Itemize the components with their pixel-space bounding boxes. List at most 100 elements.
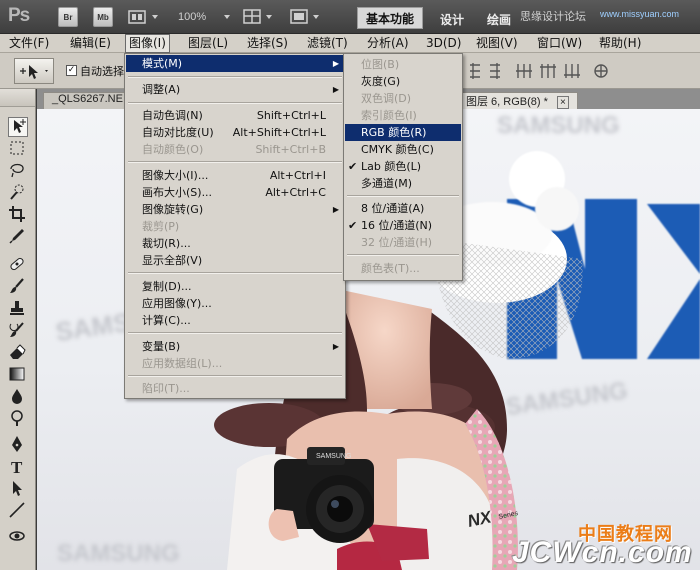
menu-item-canvas-size[interactable]: 画布大小(S)... Alt+Ctrl+C xyxy=(126,184,344,201)
workspace-essentials-button[interactable]: 基本功能 xyxy=(357,7,423,29)
3d-rotate-icon xyxy=(9,531,25,541)
tools-panel-header[interactable] xyxy=(0,89,35,107)
menu-item-auto-contrast-label: 自动对比度(U) xyxy=(142,126,214,139)
menu-item-variables-label: 变量(B) xyxy=(142,340,181,353)
tool-preset-picker[interactable] xyxy=(14,58,54,84)
marquee-icon xyxy=(10,141,24,155)
menu-item-trim[interactable]: 裁切(R)... xyxy=(126,235,344,252)
menu-separator xyxy=(128,272,342,274)
document-tab-1[interactable]: _QLS6267.NE xyxy=(43,92,132,109)
menu-separator xyxy=(128,102,342,104)
eraser-tool[interactable] xyxy=(8,343,28,363)
stamp-icon xyxy=(10,301,24,315)
eraser-icon xyxy=(10,344,26,359)
marquee-tool[interactable] xyxy=(8,139,28,159)
document-tab-2[interactable]: 图层 6, RGB(8) * × xyxy=(457,92,578,109)
menu-item-adjustments-label: 调整(A) xyxy=(142,83,181,96)
clone-stamp-tool[interactable] xyxy=(8,299,28,319)
application-bar: Ps Br Mb 100% 基本功能 设计 绘画 思缘设计论坛 www.miss… xyxy=(0,0,700,34)
menu-item-auto-tone[interactable]: 自动色调(N) Shift+Ctrl+L xyxy=(126,107,344,124)
mode-16-bit[interactable]: ✔ 16 位/通道(N) xyxy=(345,217,461,234)
path-selection-tool[interactable] xyxy=(8,479,28,499)
mode-cmyk-color[interactable]: CMYK 颜色(C) xyxy=(345,141,461,158)
menu-item-adjustments[interactable]: 调整(A) ▶ xyxy=(126,81,344,98)
type-tool[interactable]: T xyxy=(8,457,28,477)
extras-film-icon[interactable] xyxy=(128,8,148,26)
pen-icon xyxy=(12,436,22,452)
menu-view[interactable]: 视图(V) xyxy=(473,34,521,53)
camera-brand-text: SAMSUNG xyxy=(316,453,351,460)
bridge-button[interactable]: Br xyxy=(58,7,78,27)
menu-item-image-size[interactable]: 图像大小(I)... Alt+Ctrl+I xyxy=(126,167,344,184)
mode-grayscale-label: 灰度(G) xyxy=(361,75,401,88)
mode-rgb-color[interactable]: RGB 颜色(R) xyxy=(345,124,461,141)
drop-icon xyxy=(12,389,22,404)
menu-item-auto-tone-label: 自动色调(N) xyxy=(142,109,203,122)
menu-item-trim-label: 裁切(R)... xyxy=(142,237,191,250)
mode-grayscale[interactable]: 灰度(G) xyxy=(345,73,461,90)
screen-mode-caret-icon[interactable] xyxy=(313,15,319,19)
bg-brand-text-4: SAMSUNG xyxy=(57,540,180,567)
workspace-design-button[interactable]: 设计 xyxy=(440,11,464,28)
gradient-tool[interactable] xyxy=(8,365,28,385)
mode-duotone-label: 双色调(D) xyxy=(361,92,412,105)
zoom-level[interactable]: 100% xyxy=(178,11,206,23)
menu-layer[interactable]: 图层(L) xyxy=(185,34,231,53)
history-brush-tool[interactable] xyxy=(8,321,28,341)
extras-caret-icon[interactable] xyxy=(152,15,158,19)
zoom-caret-icon[interactable] xyxy=(224,15,230,19)
menu-select[interactable]: 选择(S) xyxy=(244,34,291,53)
menu-image[interactable]: 图像(I) xyxy=(125,34,170,53)
quick-selection-tool[interactable] xyxy=(8,183,28,203)
menu-file[interactable]: 文件(F) xyxy=(6,34,52,53)
pen-tool[interactable] xyxy=(8,435,28,455)
menu-item-image-rotation[interactable]: 图像旋转(G) ▶ xyxy=(126,201,344,218)
menu-item-mode[interactable]: 模式(M) ▶ xyxy=(126,55,344,72)
menu-help[interactable]: 帮助(H) xyxy=(596,34,644,53)
photoshop-logo: Ps xyxy=(8,5,30,26)
move-tool[interactable] xyxy=(8,117,28,137)
mode-lab-color[interactable]: ✔ Lab 颜色(L) xyxy=(345,158,461,175)
mode-multichannel[interactable]: 多通道(M) xyxy=(345,175,461,192)
healing-brush-tool[interactable] xyxy=(8,255,28,275)
3d-rotate-tool[interactable] xyxy=(8,527,28,547)
bg-brand-text-1: SAMSUNG xyxy=(497,112,620,139)
screen-mode-icon[interactable] xyxy=(290,8,310,26)
menu-window[interactable]: 窗口(W) xyxy=(534,34,585,53)
menu-item-trap: 陷印(T)... xyxy=(126,380,344,397)
line-tool[interactable] xyxy=(8,501,28,521)
close-tab-icon[interactable]: × xyxy=(556,96,569,109)
crop-tool[interactable] xyxy=(8,205,28,225)
brush-tool[interactable] xyxy=(8,277,28,297)
minibridge-button[interactable]: Mb xyxy=(93,7,113,27)
lasso-tool[interactable] xyxy=(8,161,28,181)
auto-select-checkbox[interactable]: ✓ xyxy=(66,65,77,76)
menu-item-auto-contrast[interactable]: 自动对比度(U) Alt+Shift+Ctrl+L xyxy=(126,124,344,141)
mode-color-table-label: 颜色表(T)... xyxy=(361,262,420,275)
menu-edit[interactable]: 编辑(E) xyxy=(67,34,114,53)
blur-tool[interactable] xyxy=(8,387,28,407)
shortcut-label: Alt+Ctrl+C xyxy=(265,186,326,199)
path-selection-icon xyxy=(13,481,22,496)
menu-item-apply-image[interactable]: 应用图像(Y)... xyxy=(126,295,344,312)
submenu-arrow-icon: ▶ xyxy=(332,85,339,94)
menu-item-variables[interactable]: 变量(B) ▶ xyxy=(126,338,344,355)
menu-filter[interactable]: 滤镜(T) xyxy=(304,34,351,53)
menu-item-duplicate[interactable]: 复制(D)... xyxy=(126,278,344,295)
menu-item-reveal-all[interactable]: 显示全部(V) xyxy=(126,252,344,269)
dodge-tool[interactable] xyxy=(8,409,28,429)
workspace-painting-button[interactable]: 绘画 xyxy=(487,11,511,28)
menu-item-trap-label: 陷印(T)... xyxy=(142,382,190,395)
menu-3d[interactable]: 3D(D) xyxy=(423,34,464,53)
mode-color-table: 颜色表(T)... xyxy=(345,260,461,277)
menu-item-mode-label: 模式(M) xyxy=(142,57,183,70)
eyedropper-icon xyxy=(9,229,24,244)
lasso-icon xyxy=(10,163,24,178)
menu-item-calculations[interactable]: 计算(C)... xyxy=(126,312,344,329)
distribute-icons[interactable] xyxy=(468,61,618,81)
arrange-documents-icon[interactable] xyxy=(243,8,263,26)
arrange-caret-icon[interactable] xyxy=(266,15,272,19)
mode-8-bit[interactable]: 8 位/通道(A) xyxy=(345,200,461,217)
menu-analysis[interactable]: 分析(A) xyxy=(364,34,412,53)
eyedropper-tool[interactable] xyxy=(8,227,28,247)
